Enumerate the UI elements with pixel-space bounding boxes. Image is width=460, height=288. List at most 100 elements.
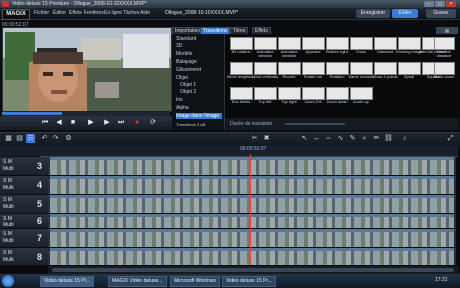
track-solo-mute[interactable]: S M (3, 250, 12, 256)
loop-icon[interactable]: ⟳ (148, 119, 158, 127)
transition-duration-bar: Durée de transition (225, 118, 458, 130)
taskbar-item[interactable]: Vidéo deluxe 15 Pr... (222, 276, 277, 287)
go-to-start-icon[interactable]: ⏮ (40, 119, 50, 127)
menu-file[interactable]: Fichier (34, 10, 49, 16)
timeline-scrollbar[interactable] (48, 266, 458, 274)
track-solo-mute[interactable]: S M (3, 197, 12, 203)
record-mode-button[interactable]: Enregistrer (356, 9, 390, 18)
transition-label: Static zoom (433, 74, 455, 79)
stop-icon[interactable]: ■ (68, 119, 78, 127)
tree-item[interactable]: Objet (176, 75, 188, 81)
record-icon[interactable]: ● (132, 119, 142, 127)
burn-mode-button[interactable]: Graver (426, 9, 456, 18)
range-mode-icon[interactable]: ↔ (312, 134, 321, 143)
track-solo-mute[interactable]: S M (3, 178, 12, 184)
storyboard-mode-icon[interactable]: ▦ (4, 134, 13, 143)
tree-item[interactable]: Objet 1 (180, 82, 196, 88)
ruler-corner (0, 146, 40, 156)
edit-mode-button[interactable]: Éditer (392, 9, 418, 18)
tree-item[interactable]: TransMove 3 AB (176, 122, 205, 127)
track-lane[interactable] (48, 157, 456, 176)
go-to-end-icon[interactable]: ⏭ (116, 119, 126, 127)
track-number: 3 (37, 161, 43, 171)
video-clip[interactable] (50, 198, 455, 213)
magix-logo: MAGIX (2, 9, 30, 20)
track-name: Multi (3, 238, 14, 244)
taskbar-item[interactable]: Microsoft Windows (170, 276, 220, 287)
video-clip[interactable] (50, 232, 455, 247)
tree-item[interactable]: Objet 2 (180, 89, 196, 95)
panel-menu-button[interactable]: ▤ (436, 27, 458, 34)
menu-edit[interactable]: Éditer (53, 10, 66, 16)
undo-icon[interactable]: ↶ (40, 134, 49, 143)
scene-overview-icon[interactable]: ▤ (15, 134, 24, 143)
tree-item[interactable]: Iris (176, 97, 183, 103)
mouse-mode-icon[interactable]: ↖ (300, 134, 309, 143)
track-number: 4 (37, 180, 43, 190)
pencil-icon[interactable]: ✏ (372, 134, 381, 143)
tree-item[interactable]: Standard (176, 36, 196, 42)
duration-label: Durée de transition (230, 121, 273, 127)
tree-item[interactable]: Alpha (176, 105, 189, 111)
draw-icon[interactable]: ✎ (348, 134, 357, 143)
playhead-line[interactable] (250, 154, 251, 264)
taskbar-clock: 17:21 (435, 277, 448, 283)
previous-marker-icon[interactable]: ◀ (54, 119, 64, 127)
play-icon[interactable]: ▶ (84, 119, 98, 127)
track-number: 5 (37, 199, 43, 209)
menu-help[interactable]: Aide (140, 10, 150, 16)
track-name: Multi (3, 166, 14, 172)
minimize-icon[interactable]: – (424, 1, 434, 7)
start-button[interactable] (2, 275, 14, 287)
tree-item[interactable]: Modèle (176, 51, 192, 57)
cut-icon[interactable]: ✂ (250, 134, 259, 143)
project-title: Ollogue_2008-10-10XXXX.MVP* (165, 10, 239, 16)
track-name: Multi (3, 204, 14, 210)
curve-mode-icon[interactable]: ∿ (336, 134, 345, 143)
maximize-icon[interactable]: □ (435, 1, 445, 7)
expand-icon[interactable]: ⤢ (446, 134, 455, 143)
next-marker-icon[interactable]: ▶ (102, 119, 112, 127)
video-clip[interactable] (50, 179, 455, 194)
zoom-icon[interactable]: ⌕ (360, 134, 369, 143)
tree-item[interactable]: Balayage (176, 59, 197, 65)
stretch-mode-icon[interactable]: ⇔ (324, 134, 333, 143)
video-preview[interactable] (2, 27, 172, 112)
delete-icon[interactable]: ✖ (262, 134, 271, 143)
close-icon[interactable]: × (446, 1, 456, 7)
tree-item[interactable]: Glissement (176, 67, 201, 73)
transition-label: Into the distance (436, 49, 452, 58)
track-lane[interactable] (48, 248, 456, 266)
scrollbar-thumb[interactable] (52, 268, 454, 272)
menu-tasks[interactable]: Tâches (123, 10, 139, 16)
transition-label: Zoom up (353, 99, 369, 104)
redo-icon[interactable]: ↷ (51, 134, 60, 143)
taskbar-item[interactable]: Vidéo deluxe 15 Pr... (40, 276, 95, 287)
track-number: 8 (37, 252, 43, 262)
duration-slider[interactable] (285, 123, 345, 125)
track-lane[interactable] (48, 195, 456, 214)
track-lane[interactable] (48, 176, 456, 195)
video-clip[interactable] (50, 217, 455, 228)
link-icon[interactable]: ⛓ (384, 134, 393, 143)
timeline-mode-icon[interactable]: ☰ (26, 134, 35, 143)
track-name: Multi (3, 222, 14, 228)
track-lane[interactable] (48, 214, 456, 229)
video-clip[interactable] (50, 160, 455, 175)
track-name: Multi (3, 185, 14, 191)
menu-online[interactable]: En ligne (104, 10, 122, 16)
track-solo-mute[interactable]: S M (3, 159, 12, 165)
tree-item-selected[interactable]: Image dans l'image (176, 113, 222, 119)
window-title: Vidéo deluxe 15 Premium - Ollogue_2008-1… (12, 1, 147, 7)
track-lane[interactable] (48, 229, 456, 248)
video-clip[interactable] (50, 251, 455, 265)
track-solo-mute[interactable]: S M (3, 231, 12, 237)
title-bar: Vidéo deluxe 15 Premium - Ollogue_2008-1… (0, 0, 460, 8)
volume-icon[interactable]: ♪ (400, 134, 409, 143)
taskbar-item[interactable]: MAGIX Vidéo deluxe... (108, 276, 167, 287)
tree-item[interactable]: 3D (176, 43, 182, 49)
preview-frame-image (3, 28, 171, 111)
menu-windows[interactable]: Fenêtres (84, 10, 104, 16)
menu-effects[interactable]: Effets (69, 10, 82, 16)
settings-icon[interactable]: ⚙ (64, 134, 73, 143)
